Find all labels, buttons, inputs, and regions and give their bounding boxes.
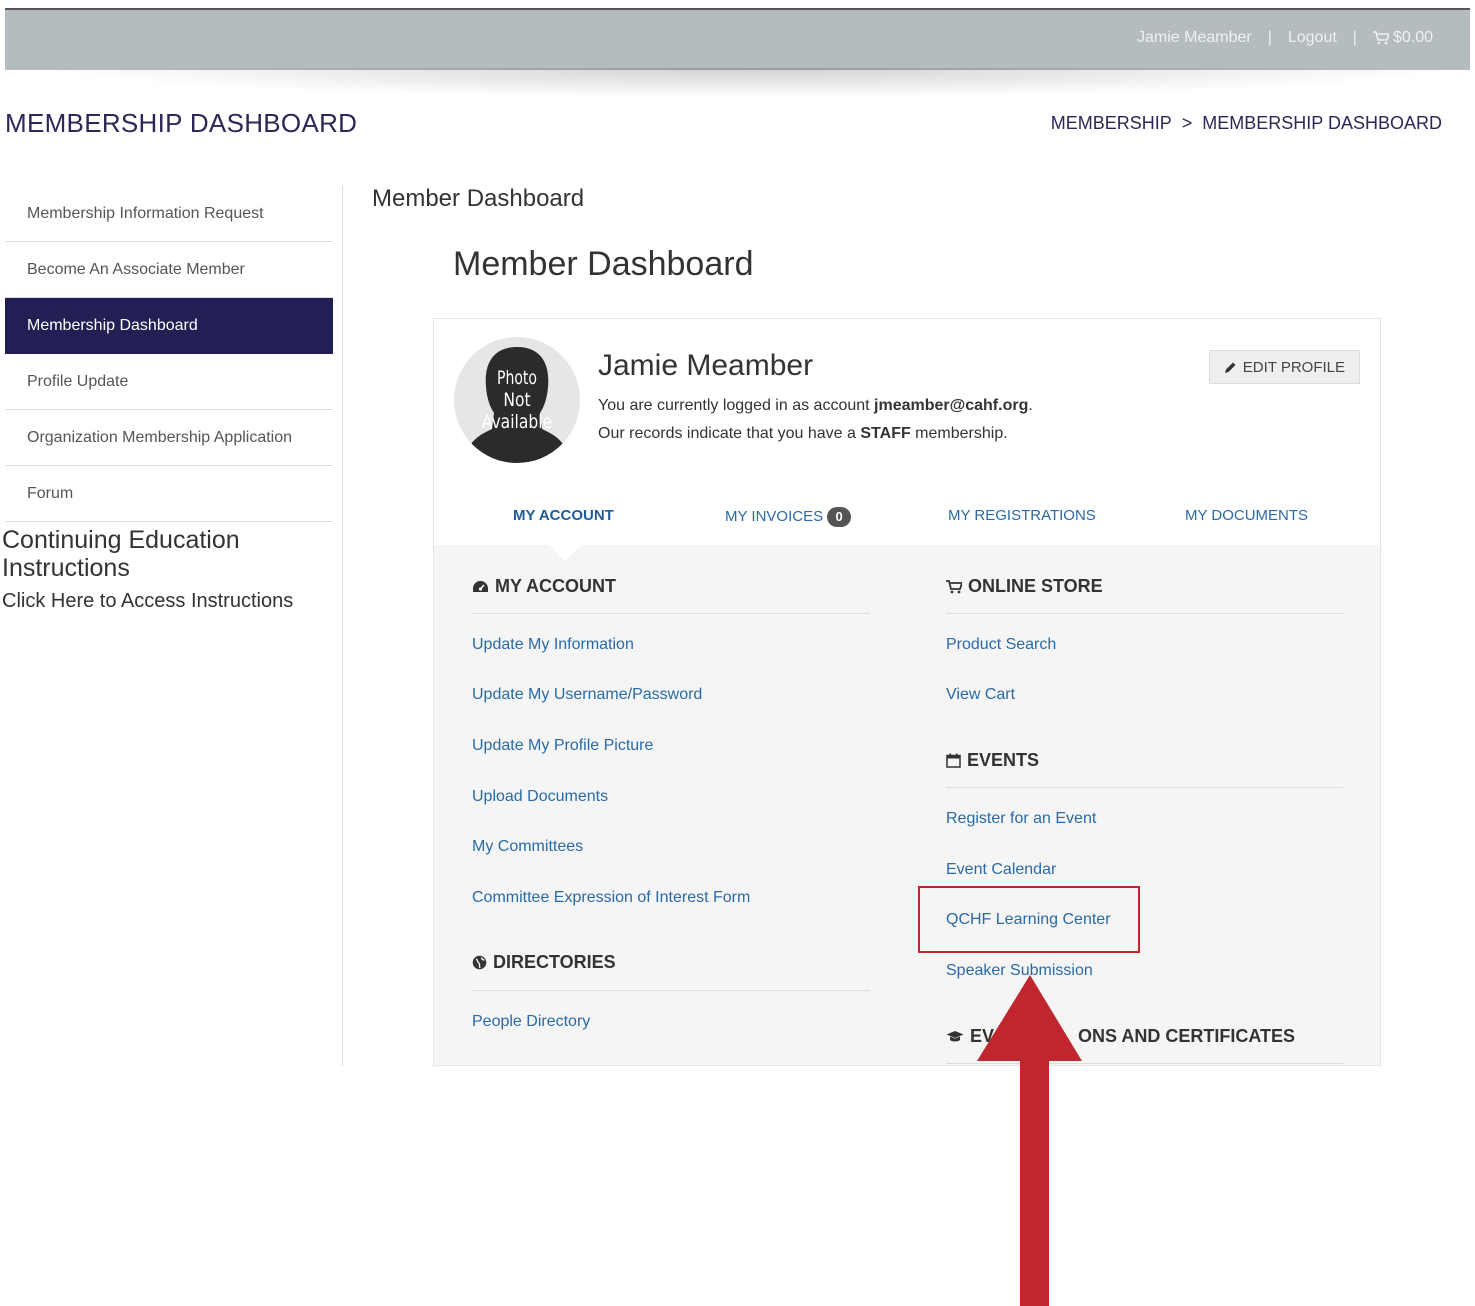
section-divider [472,990,870,991]
section-divider [946,613,1343,614]
edit-profile-label: EDIT PROFILE [1242,358,1345,376]
dashboard-card: Photo Not Available Jamie Meamber You ar… [433,318,1381,1066]
committee-interest-form-link[interactable]: Committee Expression of Interest Form [472,889,750,907]
my-account-heading: MY ACCOUNT [472,576,616,597]
top-bar-shadow [40,68,1460,98]
page-title: MEMBERSHIP DASHBOARD [5,108,358,138]
highlight-box [918,886,1140,953]
breadcrumb-current: MEMBERSHIP DASHBOARD [1202,113,1442,133]
cart-icon [946,579,962,593]
account-email: jmeamber@cahf.org [874,397,1029,414]
main-heading-small: Member Dashboard [372,185,585,212]
arrow-up-icon [977,975,1082,1306]
avatar-text-line: Not [503,390,530,412]
breadcrumb-parent[interactable]: MEMBERSHIP [1051,113,1172,133]
my-account-heading-text: MY ACCOUNT [495,576,616,596]
people-directory-link[interactable]: People Directory [472,1013,590,1031]
my-committees-link[interactable]: My Committees [472,838,583,856]
update-profile-picture-link[interactable]: Update My Profile Picture [472,737,653,755]
membership-info: Our records indicate that you have a STA… [598,425,1008,443]
sidebar-divider [342,186,343,1066]
sidebar-item-profile-update[interactable]: Profile Update [5,354,333,410]
sidebar-item-become-associate-member[interactable]: Become An Associate Member [5,242,333,298]
online-store-heading-text: ONLINE STORE [968,576,1103,596]
profile-name: Jamie Meamber [598,349,814,382]
breadcrumb: MEMBERSHIP > MEMBERSHIP DASHBOARD [1051,113,1442,134]
calendar-icon [946,753,961,768]
avatar: Photo Not Available [454,337,580,463]
main-heading-large: Member Dashboard [453,245,754,283]
cart-total: $0.00 [1392,29,1433,46]
account-info: You are currently logged in as account j… [598,397,1033,415]
account-info-prefix: You are currently logged in as account [598,397,875,414]
event-calendar-link[interactable]: Event Calendar [946,861,1056,879]
tab-my-documents[interactable]: MY DOCUMENTS [1185,507,1308,524]
tab-my-account[interactable]: MY ACCOUNT [513,507,614,524]
sidebar: Membership Information Request Become An… [5,186,333,522]
product-search-link[interactable]: Product Search [946,636,1056,654]
avatar-text-line: Photo [497,368,537,390]
sidebar-item-membership-dashboard[interactable]: Membership Dashboard [5,298,333,354]
tab-my-registrations[interactable]: MY REGISTRATIONS [948,507,1096,524]
photo-not-available-icon: Photo Not Available [468,347,566,463]
register-for-event-link[interactable]: Register for an Event [946,810,1096,828]
invoice-count-badge: 0 [827,507,852,527]
tab-my-invoices[interactable]: MY INVOICES 0 [725,507,852,527]
dashboard-icon [473,580,488,592]
update-username-password-link[interactable]: Update My Username/Password [472,686,702,704]
membership-info-prefix: Our records indicate that you have a [598,425,861,442]
dashboard-tabs: MY ACCOUNT MY INVOICES 0 MY REGISTRATIONS… [434,485,1380,545]
account-info-suffix: . [1028,397,1033,414]
tab-my-invoices-label: MY INVOICES [725,508,824,525]
continuing-education-heading: Continuing Education Instructions [2,526,240,582]
sidebar-item-membership-information-request[interactable]: Membership Information Request [5,186,333,242]
evaluations-heading-right: ONS AND CERTIFICATES [1078,1026,1296,1046]
events-heading-text: EVENTS [967,750,1040,770]
section-divider [946,787,1343,788]
directories-heading: DIRECTORIES [472,952,616,973]
section-divider [472,613,870,614]
logout-link[interactable]: Logout [1288,29,1337,47]
directories-heading-text: DIRECTORIES [493,952,616,972]
events-heading: EVENTS [946,750,1039,771]
edit-profile-button[interactable]: EDIT PROFILE [1208,350,1360,384]
nav-separator: | [1352,29,1357,46]
nav-separator: | [1267,29,1272,46]
pencil-icon [1224,362,1236,373]
sidebar-item-organization-membership-application[interactable]: Organization Membership Application [5,410,333,466]
avatar-text-line: Available [482,412,552,434]
upload-documents-link[interactable]: Upload Documents [472,788,608,806]
top-nav: Jamie Meamber | Logout | $0.00 [1137,29,1433,47]
update-my-information-link[interactable]: Update My Information [472,636,634,654]
membership-type: STAFF [860,425,911,442]
graduation-cap-icon [946,1031,964,1042]
membership-info-suffix: membership. [910,425,1008,442]
sidebar-item-forum[interactable]: Forum [5,466,333,522]
user-name-link[interactable]: Jamie Meamber [1137,29,1252,47]
active-tab-pointer [549,545,581,561]
view-cart-link[interactable]: View Cart [946,686,1015,704]
breadcrumb-separator: > [1181,113,1193,133]
profile-panel: Photo Not Available Jamie Meamber You ar… [434,319,1380,486]
globe-icon [472,955,487,970]
cart-link[interactable]: $0.00 [1372,29,1433,47]
cart-icon [1372,31,1389,45]
online-store-heading: ONLINE STORE [946,576,1103,597]
continuing-education-link[interactable]: Click Here to Access Instructions [2,590,293,613]
